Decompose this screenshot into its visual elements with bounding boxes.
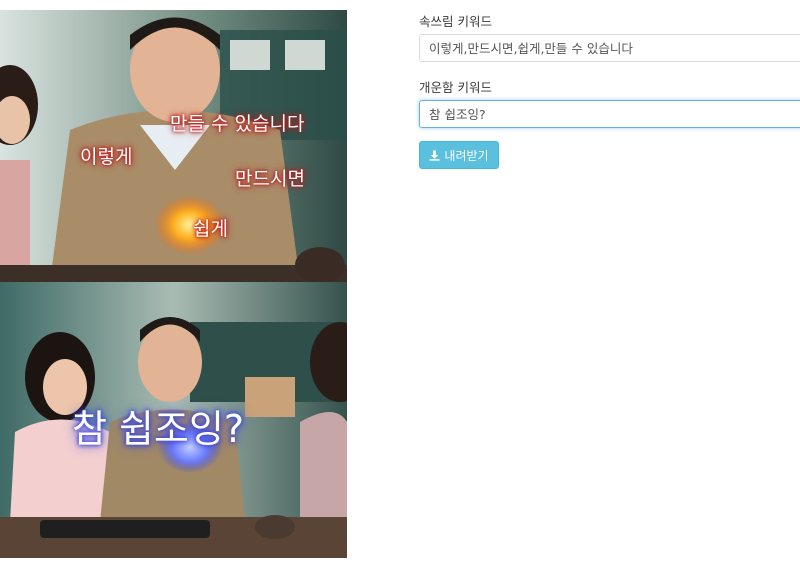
whisper-keyword-input[interactable]: 이렇게,만드시면,쉽게,만들 수 있습니다	[419, 34, 800, 62]
whisper-keyword-label: 속쓰림 키워드	[419, 14, 492, 29]
caption-easily: 쉽게	[193, 218, 228, 240]
keyword-form: 속쓰림 키워드 이렇게,만드시면,쉽게,만들 수 있습니다 개운함 키워드 참 …	[419, 0, 800, 562]
download-button-label: 내려받기	[444, 148, 489, 163]
download-icon	[429, 149, 440, 161]
refreshing-keyword-label: 개운함 키워드	[419, 80, 492, 95]
meme-image: 만들 수 있습니다 이렇게 만드시면 쉽게 참 쉽조잉?	[0, 10, 347, 558]
refreshing-keyword-input[interactable]: 참 쉽조잉?	[419, 100, 800, 128]
caption-can-make: 만들 수 있습니다	[170, 113, 305, 135]
top-panel-scene	[0, 10, 347, 282]
download-button[interactable]: 내려받기	[419, 141, 499, 169]
caption-if-you-make: 만드시면	[235, 168, 305, 190]
meme-top-panel: 만들 수 있습니다 이렇게 만드시면 쉽게	[0, 10, 347, 282]
caption-like-this: 이렇게	[80, 146, 133, 168]
meme-bottom-panel: 참 쉽조잉?	[0, 282, 347, 558]
caption-so-easy: 참 쉽조잉?	[72, 407, 245, 451]
